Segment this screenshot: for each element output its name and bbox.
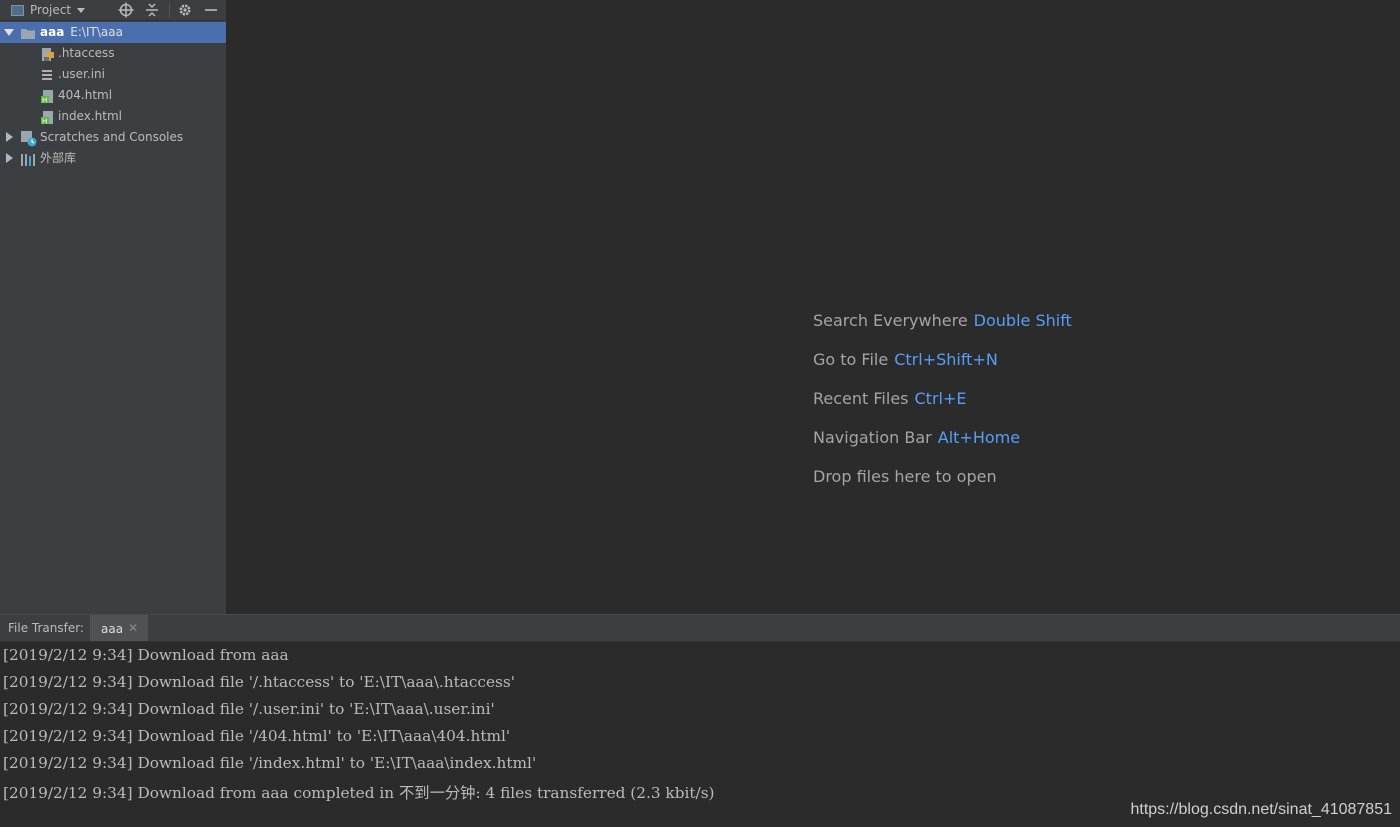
tree-item-project-root[interactable]: aaa E:\IT\aaa <box>0 22 226 43</box>
project-name: aaa <box>40 25 65 39</box>
log-line: [2019/2/12 9:34] Download file '/.htacce… <box>3 673 515 691</box>
hint-label: Go to File <box>813 350 889 369</box>
tree-item-file[interactable]: H 404.html <box>0 85 226 106</box>
tree-root-label: aaa E:\IT\aaa <box>40 22 123 43</box>
locate-icon[interactable] <box>118 2 134 18</box>
folder-icon <box>21 26 35 39</box>
editor-area[interactable]: Search Everywhere Double Shift Go to File… <box>227 0 1400 614</box>
tool-window-title: File Transfer: <box>8 621 84 635</box>
project-panel: Project aaa E:\IT\aaa .htaccess .user.in… <box>0 0 227 614</box>
expand-arrow-icon[interactable] <box>6 153 13 163</box>
hint-label: Search Everywhere <box>813 311 968 330</box>
hint-label: Drop files here to open <box>813 467 997 486</box>
watermark: https://blog.csdn.net/sinat_41087851 <box>1130 801 1392 818</box>
close-icon[interactable]: ✕ <box>128 621 138 635</box>
hint-label: Navigation Bar <box>813 428 932 447</box>
hint-shortcut: Alt+Home <box>937 428 1021 447</box>
project-path: E:\IT\aaa <box>70 25 123 39</box>
hint-drop-files: Drop files here to open <box>813 467 997 489</box>
tree-item-file[interactable]: .user.ini <box>0 64 226 85</box>
svg-text:H: H <box>42 97 47 104</box>
file-label: index.html <box>58 109 122 123</box>
log-line: [2019/2/12 9:34] Download file '/404.htm… <box>3 727 511 745</box>
scratches-icon <box>21 131 37 147</box>
console-output[interactable]: [2019/2/12 9:34] Download from aaa [2019… <box>0 642 1400 827</box>
tree-node-label: 外部库 <box>40 151 77 165</box>
header-divider <box>169 3 170 17</box>
expand-arrow-icon[interactable] <box>4 29 14 36</box>
hint-recent-files: Recent Files Ctrl+E <box>813 389 966 411</box>
file-transfer-panel: File Transfer: aaa ✕ [2019/2/12 9:34] Do… <box>0 614 1400 827</box>
log-line: [2019/2/12 9:34] Download from aaa compl… <box>3 784 715 802</box>
project-icon <box>11 4 24 16</box>
hint-shortcut: Double Shift <box>973 311 1072 330</box>
file-label: .user.ini <box>58 67 105 81</box>
tab-label: aaa <box>101 622 124 636</box>
tree-item-file[interactable]: .htaccess <box>0 43 226 64</box>
htaccess-file-icon <box>41 47 54 61</box>
tree-item-file[interactable]: H index.html <box>0 106 226 127</box>
hint-search-everywhere: Search Everywhere Double Shift <box>813 311 1072 333</box>
log-line: [2019/2/12 9:34] Download file '/.user.i… <box>3 700 495 718</box>
tree-node-label: Scratches and Consoles <box>40 130 184 144</box>
file-transfer-tabbar: File Transfer: aaa ✕ <box>0 615 1400 642</box>
file-label: 404.html <box>58 88 113 102</box>
hint-go-to-file: Go to File Ctrl+Shift+N <box>813 350 998 372</box>
hide-panel-icon[interactable] <box>203 2 219 18</box>
tree-item-external-libraries[interactable]: 外部库 <box>0 148 226 169</box>
hint-label: Recent Files <box>813 389 909 408</box>
ide-window: Project aaa E:\IT\aaa .htaccess .user.in… <box>0 0 1400 827</box>
tree-item-scratches[interactable]: Scratches and Consoles <box>0 127 226 148</box>
html-file-icon: H <box>41 110 54 126</box>
log-line: [2019/2/12 9:34] Download from aaa <box>3 646 289 664</box>
html-file-icon: H <box>41 89 54 105</box>
tab-aaa[interactable]: aaa ✕ <box>90 615 148 641</box>
gear-icon[interactable] <box>177 2 193 18</box>
chevron-down-icon[interactable] <box>77 7 86 13</box>
file-label: .htaccess <box>58 46 115 60</box>
hint-shortcut: Ctrl+Shift+N <box>894 350 998 369</box>
hint-shortcut: Ctrl+E <box>914 389 967 408</box>
svg-text:H: H <box>42 118 47 125</box>
expand-arrow-icon[interactable] <box>6 132 13 142</box>
project-panel-header: Project <box>0 0 226 21</box>
project-view-selector[interactable]: Project <box>30 3 71 17</box>
library-icon <box>21 152 35 166</box>
hint-navigation-bar: Navigation Bar Alt+Home <box>813 428 1020 450</box>
collapse-all-icon[interactable] <box>144 2 160 18</box>
log-line: [2019/2/12 9:34] Download file '/index.h… <box>3 754 537 772</box>
ini-file-icon <box>41 68 54 81</box>
